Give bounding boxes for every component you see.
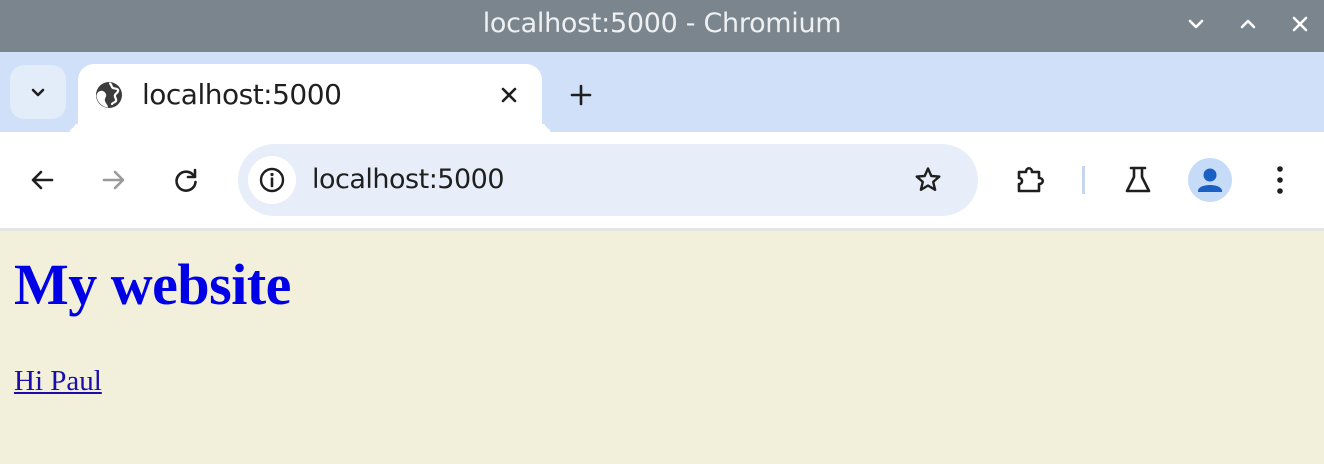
tab-strip: localhost:5000 (0, 52, 1324, 134)
tab-title: localhost:5000 (142, 78, 342, 111)
address-bar[interactable]: localhost:5000 (238, 144, 978, 216)
extensions-button[interactable] (1008, 158, 1052, 202)
title-bar: localhost:5000 - Chromium (0, 0, 1324, 52)
browser-window: localhost:5000 - Chromium localhost:5000… (0, 0, 1324, 464)
reload-icon (175, 168, 197, 192)
back-arrow-icon (31, 170, 54, 190)
labs-flask-icon (1125, 166, 1151, 193)
tab-search-button[interactable] (10, 65, 66, 119)
close-window-button[interactable] (1286, 10, 1314, 38)
page-content: My website Hi Paul (0, 231, 1324, 464)
window-title: localhost:5000 - Chromium (482, 8, 842, 39)
tab-close-button[interactable] (492, 78, 526, 112)
back-button[interactable] (20, 158, 64, 202)
more-menu-button[interactable] (1258, 158, 1302, 202)
maximize-button[interactable] (1234, 10, 1262, 38)
chevron-down-icon (31, 88, 45, 97)
more-vertical-icon (1277, 166, 1283, 194)
url-text[interactable]: localhost:5000 (312, 144, 505, 216)
labs-button[interactable] (1116, 158, 1160, 202)
bookmark-star-icon (915, 167, 941, 191)
plus-icon (570, 84, 592, 106)
new-tab-button[interactable] (562, 76, 600, 114)
forward-arrow-icon (102, 170, 125, 190)
close-icon (1292, 16, 1308, 32)
reload-button[interactable] (164, 158, 208, 202)
site-info-icon (259, 167, 285, 193)
navigation-toolbar: localhost:5000 (0, 132, 1324, 231)
page-heading: My website (14, 252, 291, 317)
minimize-button[interactable] (1182, 10, 1210, 38)
site-info-button[interactable] (248, 156, 296, 204)
close-icon (501, 87, 517, 103)
chevron-up-icon (1240, 19, 1256, 29)
profile-avatar-icon (1198, 168, 1222, 192)
greeting-link[interactable]: Hi Paul (14, 361, 102, 401)
toolbar-divider (1082, 166, 1085, 194)
tab-active[interactable]: localhost:5000 (78, 64, 542, 134)
globe-icon (96, 82, 122, 108)
extensions-puzzle-icon (1017, 166, 1045, 193)
profile-button[interactable] (1188, 158, 1232, 202)
chevron-down-icon (1188, 19, 1204, 29)
forward-button[interactable] (92, 158, 136, 202)
bookmark-button[interactable] (908, 160, 948, 200)
